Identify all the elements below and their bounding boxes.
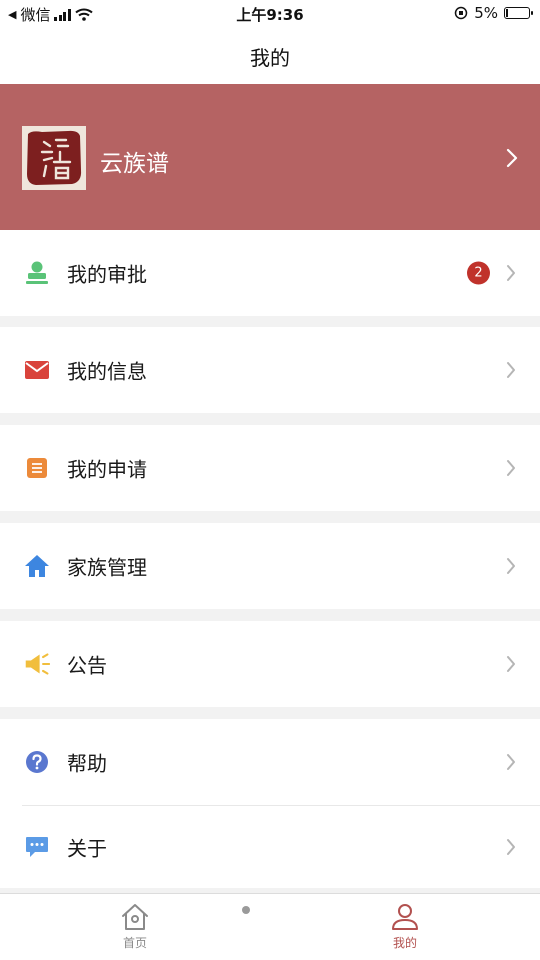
- orientation-lock-icon: [454, 6, 468, 20]
- home-tab-icon: [122, 904, 148, 930]
- tab-bar: 首页 我的: [0, 893, 540, 960]
- menu-label-family: 家族管理: [67, 555, 147, 580]
- menu-item-applications[interactable]: 我的申请: [0, 425, 540, 511]
- chevron-right-icon: [507, 656, 515, 672]
- tab-mine[interactable]: 我的: [270, 894, 540, 960]
- chevron-right-icon: [507, 558, 515, 574]
- chevron-right-icon: [507, 754, 515, 770]
- house-icon: [24, 553, 50, 579]
- menu-group-help-about: 帮助 关于: [0, 719, 540, 888]
- profile-card[interactable]: 云族谱: [0, 84, 540, 230]
- menu-group-notice: 公告: [0, 621, 540, 707]
- document-icon: [24, 455, 50, 481]
- tab-label-mine: 我的: [392, 936, 417, 950]
- menu-label-messages: 我的信息: [67, 359, 147, 384]
- menu-label-notice: 公告: [67, 653, 107, 678]
- chevron-right-icon: [506, 148, 518, 168]
- approval-count-badge: 2: [467, 261, 490, 285]
- chevron-right-icon: [507, 362, 515, 378]
- megaphone-icon: [24, 651, 50, 677]
- menu-item-approval[interactable]: 我的审批 2: [0, 230, 540, 316]
- tab-label-home: 首页: [122, 936, 147, 950]
- menu-label-approval: 我的审批: [67, 262, 147, 287]
- chevron-right-icon: [507, 839, 515, 855]
- menu-group-messages: 我的信息: [0, 327, 540, 413]
- menu-group-applications: 我的申请: [0, 425, 540, 511]
- tab-home[interactable]: 首页: [0, 894, 270, 960]
- question-icon: [24, 749, 50, 775]
- menu-label-help: 帮助: [67, 751, 107, 776]
- profile-name: 云族谱: [100, 151, 169, 177]
- menu-item-about[interactable]: 关于: [0, 806, 540, 888]
- chevron-right-icon: [507, 460, 515, 476]
- seal-avatar-icon: [22, 126, 86, 190]
- chat-bubble-icon: [24, 834, 50, 860]
- menu-item-help[interactable]: 帮助: [0, 719, 540, 805]
- status-bar: ◀ 微信 上午9:36 5%: [0, 0, 540, 28]
- menu-item-notice[interactable]: 公告: [0, 621, 540, 707]
- menu-label-applications: 我的申请: [67, 457, 147, 482]
- battery-percent: 5%: [474, 4, 498, 22]
- stamp-icon: [24, 260, 50, 286]
- page-title: 我的: [250, 45, 290, 70]
- menu-group-family: 家族管理: [0, 523, 540, 609]
- menu-label-about: 关于: [67, 836, 107, 861]
- battery-icon: [504, 7, 533, 19]
- menu-group-approval: 我的审批 2: [0, 230, 540, 316]
- menu-item-family[interactable]: 家族管理: [0, 523, 540, 609]
- page-indicator-dot: [242, 906, 250, 914]
- menu-item-messages[interactable]: 我的信息: [0, 327, 540, 413]
- nav-bar: 我的: [0, 28, 540, 84]
- person-tab-icon: [392, 904, 418, 930]
- envelope-icon: [24, 357, 50, 383]
- chevron-right-icon: [507, 265, 515, 281]
